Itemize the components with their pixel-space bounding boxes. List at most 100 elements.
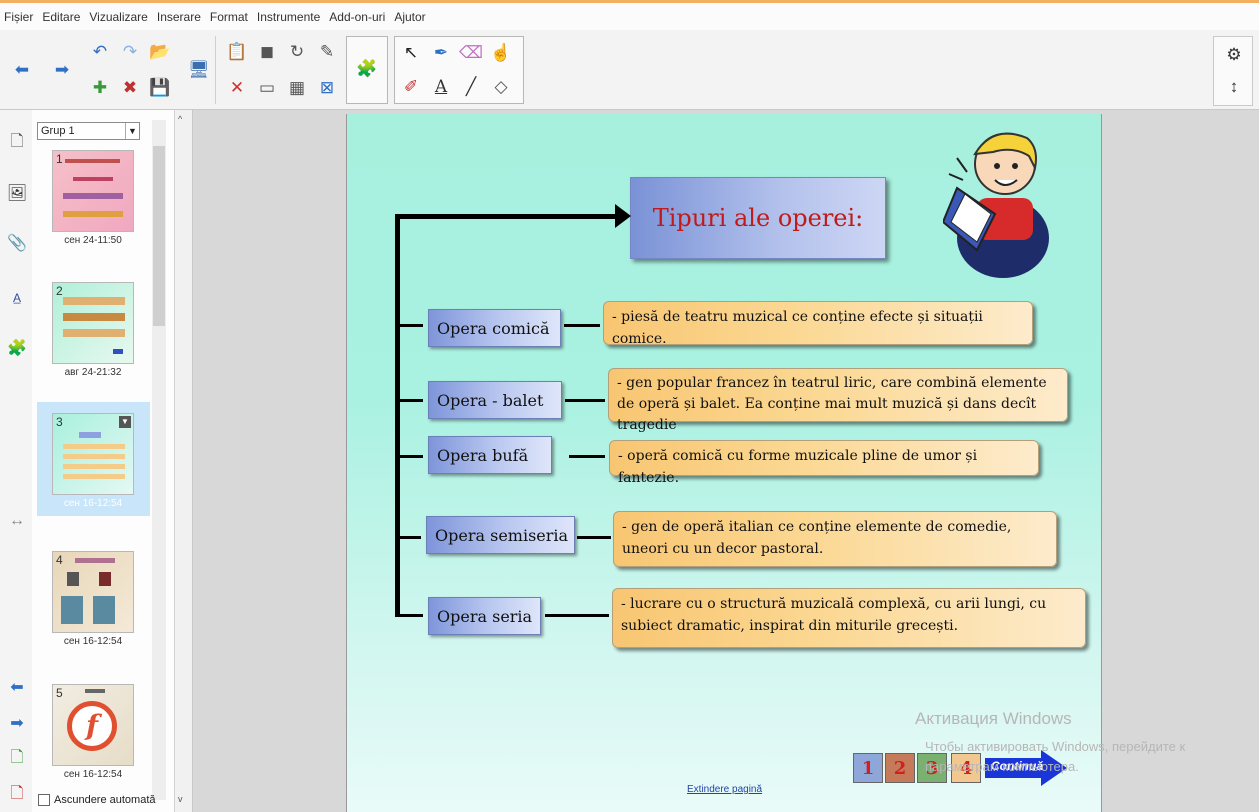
connector-arrow — [545, 614, 609, 617]
screen-icon[interactable]: 🖥 — [187, 58, 211, 82]
auto-hide-checkbox[interactable] — [38, 794, 50, 806]
line-icon[interactable]: ╱ — [459, 75, 483, 99]
delete-page-icon[interactable]: ✖ — [118, 76, 142, 100]
close-doc-icon[interactable]: ⊠ — [315, 76, 339, 100]
connector-branch — [395, 536, 421, 539]
activation-watermark-text: Чтобы активировать Windows, перейдите к … — [925, 739, 1186, 774]
toolbar: ⬅ ➡ ↶ ↷ 📂 ✚ ✖ 💾 🖥 📋 ◼ ↻ ✎ ✕ ▭ ▦ ⊠ 🧩 ↖ ✒ … — [0, 30, 1259, 110]
page-thumbnail[interactable]: 5 f сен 16-12:54 — [52, 684, 134, 780]
add-page-icon[interactable]: 🗋 — [6, 748, 28, 770]
page-number: 5 — [56, 686, 63, 700]
addons-puzzle-icon[interactable]: 🧩 — [6, 337, 28, 359]
opera-type-box[interactable]: Opera bufă — [428, 436, 552, 474]
description-text: - lucrare cu o structură muzicală comple… — [621, 596, 1047, 634]
forward-arrow-icon[interactable]: ➡ — [50, 58, 74, 82]
scrollbar-thumb[interactable] — [153, 146, 165, 326]
page-number: 2 — [56, 284, 63, 298]
menu-edit[interactable]: Editare — [42, 10, 80, 24]
menu-view[interactable]: Vizualizare — [89, 10, 147, 24]
toolbar-position-icon[interactable]: ↕ — [1222, 75, 1246, 99]
opera-type-box[interactable]: Opera comică — [428, 309, 561, 347]
back-arrow-icon[interactable]: ⬅ — [10, 58, 34, 82]
magic-pen-icon[interactable]: ✎ — [315, 40, 339, 64]
opera-type-box[interactable]: Opera semiseria — [426, 516, 575, 554]
page-date: сен 24-11:50 — [64, 235, 122, 246]
spotlight-icon[interactable]: ▭ — [255, 76, 279, 100]
sorter-scrollbar[interactable] — [152, 120, 166, 800]
menu-format[interactable]: Format — [210, 10, 248, 24]
page-date: сен 16-12:54 — [63, 498, 123, 509]
page-date: сен 16-12:54 — [63, 636, 123, 647]
delete-page-icon[interactable]: 🗋 — [6, 784, 28, 806]
logo-f-icon: f — [67, 701, 117, 751]
menu-help[interactable]: Ajutor — [394, 10, 425, 24]
menu-file[interactable]: Fișier — [4, 10, 33, 24]
page-thumbnail[interactable]: 1 сен 24-11:50 — [52, 150, 134, 246]
menu-insert[interactable]: Inserare — [157, 10, 201, 24]
prev-page-icon[interactable]: ⬅ — [6, 676, 28, 698]
activation-watermark-title: Активация Windows — [915, 709, 1072, 728]
connector-vertical — [395, 214, 400, 617]
description-box[interactable]: - gen de operă italian ce conține elemen… — [613, 511, 1057, 567]
pen-icon[interactable]: ✒ — [429, 41, 453, 65]
description-box[interactable]: - piesă de teatru muzical ce conține efe… — [603, 301, 1033, 347]
opera-type-box[interactable]: Opera - balet — [428, 381, 562, 419]
page-sorter-icon[interactable]: 🗋 — [6, 132, 28, 154]
description-box[interactable]: - operă comică cu forme muzicale pline d… — [609, 440, 1039, 486]
gallery-icon[interactable]: 🖼 — [6, 182, 28, 204]
page-thumbnail[interactable]: 4 сен 16-12:54 — [52, 551, 134, 647]
attachments-icon[interactable]: 📎 — [6, 232, 28, 254]
redo-icon[interactable]: ↷ — [118, 40, 142, 64]
addon-puzzle-icon[interactable]: 🧩 — [355, 57, 379, 81]
description-box[interactable]: - gen popular francez în teatrul liric, … — [608, 368, 1068, 433]
slide-title-box[interactable]: Tipuri ale operei: — [630, 177, 886, 259]
screen-shade-icon[interactable]: ◼ — [255, 40, 279, 64]
scroll-up-icon[interactable]: ^ — [178, 114, 182, 124]
page-number: 3 — [56, 415, 63, 429]
reading-girl-illustration — [943, 132, 1049, 278]
page-thumbnail-selected[interactable]: 3 ▼ сен 16-12:54 — [52, 413, 134, 509]
opera-type-label: Opera comică — [437, 318, 550, 338]
auto-hide-toggle[interactable]: Ascundere automată — [38, 794, 156, 806]
table-icon[interactable]: ▦ — [285, 76, 309, 100]
add-page-icon[interactable]: ✚ — [88, 76, 112, 100]
connector-arrow — [577, 536, 611, 539]
save-icon[interactable]: 💾 — [148, 76, 172, 100]
rotate-icon[interactable]: ↻ — [285, 40, 309, 64]
scroll-down-icon[interactable]: v — [178, 794, 183, 804]
sorter-collapse-gutter[interactable]: ^ v — [175, 110, 193, 812]
text-icon[interactable]: A — [429, 75, 453, 99]
creative-pen-icon[interactable]: ✐ — [399, 75, 423, 99]
sidebar-tabs: 🗋 🖼 📎 A̲ 🧩 ↔ ⬅ ➡ 🗋 🗋 — [0, 110, 32, 812]
group-select[interactable]: Grup 1 ▼ — [37, 122, 140, 140]
opera-type-label: Opera - balet — [437, 390, 544, 410]
select-cursor-icon[interactable]: ↖ — [399, 41, 423, 65]
page-thumbnail[interactable]: 2 авг 24-21:32 — [52, 282, 134, 378]
shape-icon[interactable]: ◇ — [489, 75, 513, 99]
gear-icon[interactable]: ⚙ — [1222, 43, 1246, 67]
chevron-down-icon[interactable]: ▼ — [125, 123, 139, 139]
nav-page-1-button[interactable]: 1 — [853, 753, 883, 783]
paste-icon[interactable]: 📋 — [225, 40, 249, 64]
chevron-down-icon[interactable]: ▼ — [119, 416, 131, 428]
delete-icon[interactable]: ✕ — [225, 76, 249, 100]
nav-page-2-button[interactable]: 2 — [885, 753, 915, 783]
slide-title: Tipuri ale operei: — [652, 204, 864, 232]
resize-arrows-icon[interactable]: ↔ — [6, 510, 28, 532]
open-folder-icon[interactable]: 📂 — [148, 40, 172, 64]
eraser-icon[interactable]: ⌫ — [459, 41, 483, 65]
arrowhead-icon — [615, 204, 631, 228]
description-text: - gen popular francez în teatrul liric, … — [617, 375, 1047, 433]
menu-addons[interactable]: Add-on-uri — [329, 10, 385, 24]
undo-icon[interactable]: ↶ — [88, 40, 112, 64]
next-page-icon[interactable]: ➡ — [6, 712, 28, 734]
menu-tools[interactable]: Instrumente — [257, 10, 320, 24]
pointer-hand-icon[interactable]: ☝ — [489, 41, 513, 65]
extend-page-link[interactable]: Extindere pagină — [687, 784, 762, 795]
opera-type-box[interactable]: Opera seria — [428, 597, 541, 635]
connector-arrow — [564, 324, 600, 327]
properties-icon[interactable]: A̲ — [6, 287, 28, 309]
page-date: сен 16-12:54 — [63, 769, 123, 780]
description-box[interactable]: - lucrare cu o structură muzicală comple… — [612, 588, 1086, 648]
connector-arrow — [569, 455, 605, 458]
